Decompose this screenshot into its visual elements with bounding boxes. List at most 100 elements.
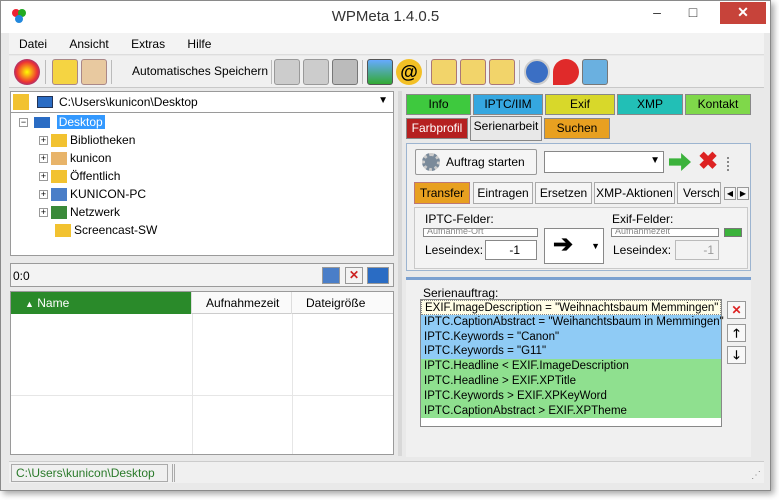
expand-icon[interactable]: +: [39, 136, 48, 146]
expand-icon[interactable]: +: [39, 154, 48, 164]
tab-info[interactable]: Info: [406, 94, 471, 115]
tab-kontakt[interactable]: Kontakt: [685, 94, 751, 115]
tree-label: Desktop: [56, 115, 105, 129]
email-icon[interactable]: @: [396, 59, 422, 85]
menu-bar: Datei Ansicht Extras Hilfe: [9, 33, 764, 55]
status-path: C:\Users\kunicon\Desktop: [11, 464, 168, 482]
move-up-icon[interactable]: 🡑: [727, 324, 746, 342]
tree-item-screencast[interactable]: Screencast-SW: [51, 222, 157, 239]
add-field-icon[interactable]: [724, 228, 742, 237]
save-icon[interactable]: [274, 59, 300, 85]
pin-icon[interactable]: [553, 59, 579, 85]
tab-xmp[interactable]: XMP: [617, 94, 683, 115]
start-job-button[interactable]: Auftrag starten: [415, 149, 537, 175]
arrow-right-icon[interactable]: [669, 153, 691, 171]
menu-ansicht[interactable]: Ansicht: [59, 33, 117, 51]
column-aufnahmezeit[interactable]: Aufnahmezeit: [192, 292, 292, 314]
column-name[interactable]: ▲ Name: [11, 292, 192, 314]
user-icon: [51, 152, 67, 166]
add-files-icon[interactable]: [52, 59, 78, 85]
remove-icon[interactable]: ✕: [345, 267, 363, 284]
path-combobox[interactable]: C:\Users\kunicon\Desktop ▼: [10, 91, 394, 113]
menu-datei[interactable]: Datei: [9, 33, 56, 51]
tree-label: Öffentlich: [70, 169, 121, 183]
document-list-icon[interactable]: [431, 59, 457, 85]
read-index-right[interactable]: -1: [675, 240, 719, 260]
tree-label: KUNICON-PC: [70, 187, 147, 201]
resize-grip-icon[interactable]: ⋰: [751, 470, 761, 481]
tab-serienarbeit[interactable]: Serienarbeit: [470, 116, 542, 141]
list-item[interactable]: IPTC.CaptionAbstract > EXIF.XPTheme: [421, 403, 721, 419]
tab-farbprofil[interactable]: Farbprofil: [406, 118, 468, 139]
move-down-icon[interactable]: 🡓: [727, 346, 746, 364]
subtab-transfer[interactable]: Transfer: [414, 182, 470, 204]
pane-splitter[interactable]: [398, 91, 402, 456]
tree-label: Netzwerk: [70, 205, 121, 219]
tree-item-kunicon-pc[interactable]: + KUNICON-PC: [39, 186, 146, 203]
fix-exif-icon[interactable]: [14, 59, 40, 85]
desktop-icon: [37, 96, 53, 108]
menu-extras[interactable]: Extras: [121, 33, 174, 51]
subtab-verschieben[interactable]: Versch: [677, 182, 721, 204]
table-document-icon[interactable]: [489, 59, 515, 85]
list-view-icon[interactable]: [322, 267, 340, 284]
list-item[interactable]: IPTC.Keywords = "G11": [421, 344, 721, 360]
chevron-down-icon: ▼: [650, 155, 660, 166]
subtab-eintragen[interactable]: Eintragen: [473, 182, 533, 204]
job-list[interactable]: EXIF.ImageDescription = "Weihnachtsbaum …: [420, 299, 724, 427]
folder-up-icon[interactable]: [13, 94, 29, 110]
expand-icon[interactable]: +: [39, 172, 48, 182]
tree-item-oeffentlich[interactable]: + Öffentlich: [39, 168, 120, 185]
autosave-button[interactable]: Automatisches Speichern: [132, 64, 268, 78]
menu-hilfe[interactable]: Hilfe: [177, 33, 220, 51]
monitor-icon[interactable]: [582, 59, 608, 85]
monitor-dropdown-icon[interactable]: [367, 267, 389, 284]
list-item[interactable]: IPTC.Headline > EXIF.XPTitle: [421, 373, 721, 389]
list-item[interactable]: IPTC.Headline < EXIF.ImageDescription: [421, 359, 721, 374]
column-dateigroesse[interactable]: Dateigröße: [292, 292, 393, 314]
image-icon[interactable]: [367, 59, 393, 85]
list-item[interactable]: IPTC.Keywords > EXIF.XPKeyWord: [421, 388, 721, 404]
column-label: Name: [37, 296, 70, 310]
tab-exif[interactable]: Exif: [545, 94, 615, 115]
subtab-ersetzen[interactable]: Ersetzen: [535, 182, 592, 204]
tab-scroll-right-icon[interactable]: ▶: [737, 187, 749, 200]
tree-item-netzwerk[interactable]: + Netzwerk: [39, 204, 120, 221]
tab-suchen[interactable]: Suchen: [544, 118, 610, 139]
iptc-field-select[interactable]: Aufnahme-Ort: [423, 228, 538, 237]
read-index-left[interactable]: -1: [485, 240, 537, 260]
minimize-button[interactable]: –: [644, 2, 670, 24]
print-icon[interactable]: [332, 59, 358, 85]
delete-icon[interactable]: ✖: [696, 150, 720, 174]
collapse-icon[interactable]: −: [19, 118, 28, 128]
expand-icon[interactable]: +: [39, 208, 48, 218]
clock-icon[interactable]: [524, 59, 550, 85]
list-item[interactable]: IPTC.Keywords = "Canon": [421, 329, 721, 345]
chevron-down-icon[interactable]: ▼: [378, 95, 388, 106]
exif-fields-label: Exif-Felder:: [612, 212, 674, 226]
arrow-right-icon: ➔: [553, 231, 574, 258]
delete-job-icon[interactable]: ✕: [727, 301, 746, 319]
file-list: ▲ Name Aufnahmezeit Dateigröße: [10, 291, 394, 455]
hand-icon[interactable]: [81, 59, 107, 85]
tab-iptc[interactable]: IPTC/IIM: [473, 94, 543, 115]
tree-item-desktop[interactable]: − Desktop: [19, 114, 105, 131]
transfer-direction-select[interactable]: ➔ ▼: [544, 228, 604, 264]
save-all-icon[interactable]: [303, 59, 329, 85]
folder-tree: − Desktop + Bibliotheken + kunicon + Öffent…: [10, 113, 394, 256]
subtab-xmp-aktionen[interactable]: XMP-Aktionen: [594, 182, 675, 204]
expand-icon[interactable]: +: [39, 190, 48, 200]
file-list-header: ▲ Name Aufnahmezeit Dateigröße: [11, 292, 393, 314]
maximize-button[interactable]: □: [680, 2, 706, 24]
grip-icon: [727, 157, 737, 171]
tree-item-bibliotheken[interactable]: + Bibliotheken: [39, 132, 135, 149]
job-select[interactable]: ▼: [544, 151, 664, 173]
tree-item-kunicon[interactable]: + kunicon: [39, 150, 111, 167]
list-item[interactable]: IPTC.CaptionAbstract = "Weihanchtsbaum i…: [421, 314, 724, 330]
tree-label: kunicon: [70, 151, 112, 165]
list-item[interactable]: EXIF.ImageDescription = "Weihnachtsbaum …: [421, 300, 721, 315]
exif-field-select[interactable]: Aufnahmezeit: [611, 228, 719, 237]
tab-scroll-left-icon[interactable]: ◀: [724, 187, 736, 200]
close-button[interactable]: ✕: [720, 2, 766, 24]
settings-document-icon[interactable]: [460, 59, 486, 85]
